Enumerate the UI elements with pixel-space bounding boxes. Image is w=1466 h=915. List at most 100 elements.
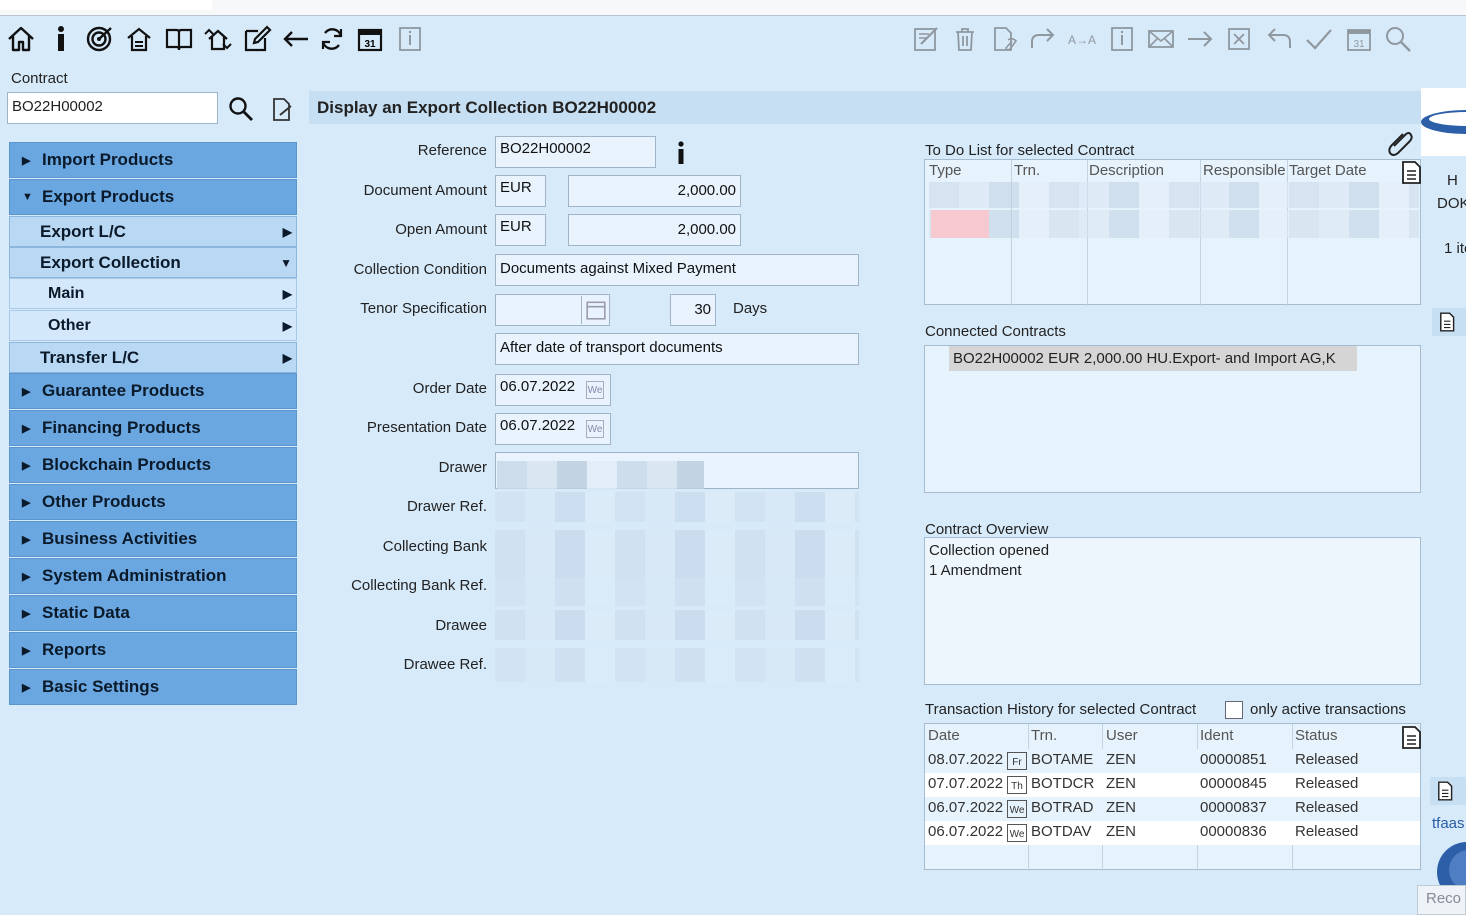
col-trn[interactable]: Trn. [1014, 162, 1040, 179]
cell-trn: BOTDCR [1031, 775, 1095, 792]
col-description[interactable]: Description [1089, 162, 1164, 179]
edit-sign-icon[interactable] [909, 22, 943, 56]
calendar-icon-tenor[interactable] [581, 296, 609, 324]
col-ident[interactable]: Ident [1200, 727, 1233, 744]
overview-line: Collection opened [929, 542, 1050, 559]
nav-guarantee-products[interactable]: ▶ Guarantee Products [9, 373, 297, 409]
search-icon[interactable] [1381, 22, 1415, 56]
table-row[interactable]: 06.07.2022 We BOTRAD ZEN 00000837 Releas… [925, 797, 1420, 821]
nav-other[interactable]: Other ▶ [9, 310, 297, 341]
home-icon[interactable] [4, 22, 38, 56]
collection-condition-field[interactable]: Documents against Mixed Payment [495, 254, 859, 286]
info-box-icon[interactable] [393, 22, 427, 56]
col-date[interactable]: Date [928, 727, 960, 744]
info-icon-reference[interactable] [664, 136, 698, 170]
table-row[interactable]: 07.07.2022 Th BOTDCR ZEN 00000845 Releas… [925, 773, 1420, 797]
document-edit-icon[interactable] [265, 92, 299, 126]
calendar-icon-presentation-date[interactable]: We [582, 416, 608, 442]
forward-icon[interactable] [1026, 22, 1060, 56]
search-icon-contract[interactable] [224, 92, 258, 126]
nav-reports[interactable]: ▶ Reports [9, 632, 297, 668]
delete-icon[interactable] [948, 22, 982, 56]
arrow-right-icon[interactable] [1183, 22, 1217, 56]
col-trn[interactable]: Trn. [1031, 727, 1057, 744]
drawer-label: Drawer [438, 459, 487, 476]
close-box-icon[interactable] [1222, 22, 1256, 56]
house-arrows-icon[interactable] [201, 22, 235, 56]
nav-system-administration[interactable]: ▶ System Administration [9, 558, 297, 594]
back-arrow-icon[interactable] [279, 22, 313, 56]
redacted-collecting-bank [495, 530, 859, 578]
document-icon[interactable] [1432, 308, 1466, 336]
nav-basic-settings[interactable]: ▶ Basic Settings [9, 669, 297, 705]
book-icon[interactable] [162, 22, 196, 56]
overview-line: 1 Amendment [929, 562, 1022, 579]
nav-other-products[interactable]: ▶ Other Products [9, 484, 297, 520]
open-amount-field[interactable]: 2,000.00 [568, 214, 741, 246]
nav-label: Financing Products [42, 418, 201, 437]
col-type[interactable]: Type [929, 162, 962, 179]
calendar-icon-2[interactable]: 31 [1342, 22, 1376, 56]
nav-blockchain-products[interactable]: ▶ Blockchain Products [9, 447, 297, 483]
nav-business-activities[interactable]: ▶ Business Activities [9, 521, 297, 557]
calendar-icon[interactable]: 31 [353, 22, 387, 56]
triangle-right-icon: ▶ [282, 286, 292, 301]
cell-ident: 00000845 [1200, 775, 1267, 792]
redacted-drawer [497, 461, 704, 489]
document-currency-field[interactable]: EUR [495, 175, 546, 207]
redacted-todo-row[interactable] [929, 182, 1419, 208]
nav-financing-products[interactable]: ▶ Financing Products [9, 410, 297, 446]
undo-icon[interactable] [1262, 22, 1296, 56]
contract-input[interactable]: BO22H00002 [7, 92, 218, 124]
hand-house-icon[interactable] [122, 22, 156, 56]
open-currency-field[interactable]: EUR [495, 214, 546, 246]
target-icon[interactable] [82, 22, 116, 56]
logo-icon [1421, 110, 1466, 134]
page-title: Display an Export Collection BO22H00002 [309, 91, 1421, 124]
edit-icon[interactable] [240, 22, 274, 56]
nav-label: Export Products [42, 187, 175, 206]
refresh-icon[interactable] [315, 22, 349, 56]
paperclip-icon[interactable] [1383, 124, 1417, 158]
right-text: DOK [1437, 195, 1466, 212]
table-row[interactable]: 06.07.2022 We BOTDAV ZEN 00000836 Releas… [925, 821, 1420, 845]
info-icon[interactable] [44, 22, 78, 56]
nav-export-products[interactable]: ▼ Export Products [9, 179, 297, 215]
document-attach-icon[interactable] [988, 22, 1022, 56]
connected-contract-item[interactable]: BO22H00002 EUR 2,000.00 HU.Export- and I… [949, 346, 1357, 371]
tenor-days-field[interactable]: 30 [670, 294, 716, 326]
transfer-icon[interactable]: A→A [1065, 22, 1099, 56]
nav-transfer-lc[interactable]: Transfer L/C ▶ [9, 342, 297, 373]
triangle-right-icon: ▶ [22, 681, 31, 694]
svg-text:31: 31 [1353, 39, 1365, 50]
triangle-right-icon: ▶ [22, 607, 31, 620]
nav-export-lc[interactable]: Export L/C ▶ [9, 216, 297, 247]
redacted-todo-row[interactable] [929, 210, 1419, 238]
check-icon[interactable] [1302, 22, 1336, 56]
triangle-right-icon: ▶ [282, 224, 292, 239]
redacted-drawee-ref [495, 648, 859, 682]
info-box-icon-2[interactable] [1105, 22, 1139, 56]
tenor-text-field[interactable]: After date of transport documents [495, 333, 859, 365]
nav-main[interactable]: Main ▶ [9, 278, 297, 309]
calendar-icon-order-date[interactable]: We [582, 377, 608, 403]
only-active-checkbox[interactable] [1225, 701, 1243, 719]
col-user[interactable]: User [1106, 727, 1138, 744]
col-target-date[interactable]: Target Date [1289, 162, 1367, 179]
record-button[interactable]: Reco [1417, 885, 1466, 915]
redacted-collecting-bank-ref [495, 578, 859, 606]
nav-static-data[interactable]: ▶ Static Data [9, 595, 297, 631]
reference-field[interactable]: BO22H00002 [495, 136, 656, 168]
col-responsible[interactable]: Responsible [1203, 162, 1286, 179]
mail-icon[interactable] [1144, 22, 1178, 56]
col-status[interactable]: Status [1295, 727, 1338, 744]
document-amount-field[interactable]: 2,000.00 [568, 175, 741, 207]
cell-status: Released [1295, 823, 1359, 840]
document-icon-2[interactable] [1430, 777, 1466, 805]
nav-import-products[interactable]: ▶ Import Products [9, 142, 297, 178]
table-row[interactable]: 08.07.2022 Fr BOTAME ZEN 00000851 Releas… [925, 749, 1420, 773]
todo-title: To Do List for selected Contract [925, 142, 1135, 159]
cell-user: ZEN [1106, 799, 1136, 816]
nav-export-collection[interactable]: Export Collection ▼ [9, 247, 297, 278]
right-link[interactable]: tfaas [1432, 815, 1465, 832]
